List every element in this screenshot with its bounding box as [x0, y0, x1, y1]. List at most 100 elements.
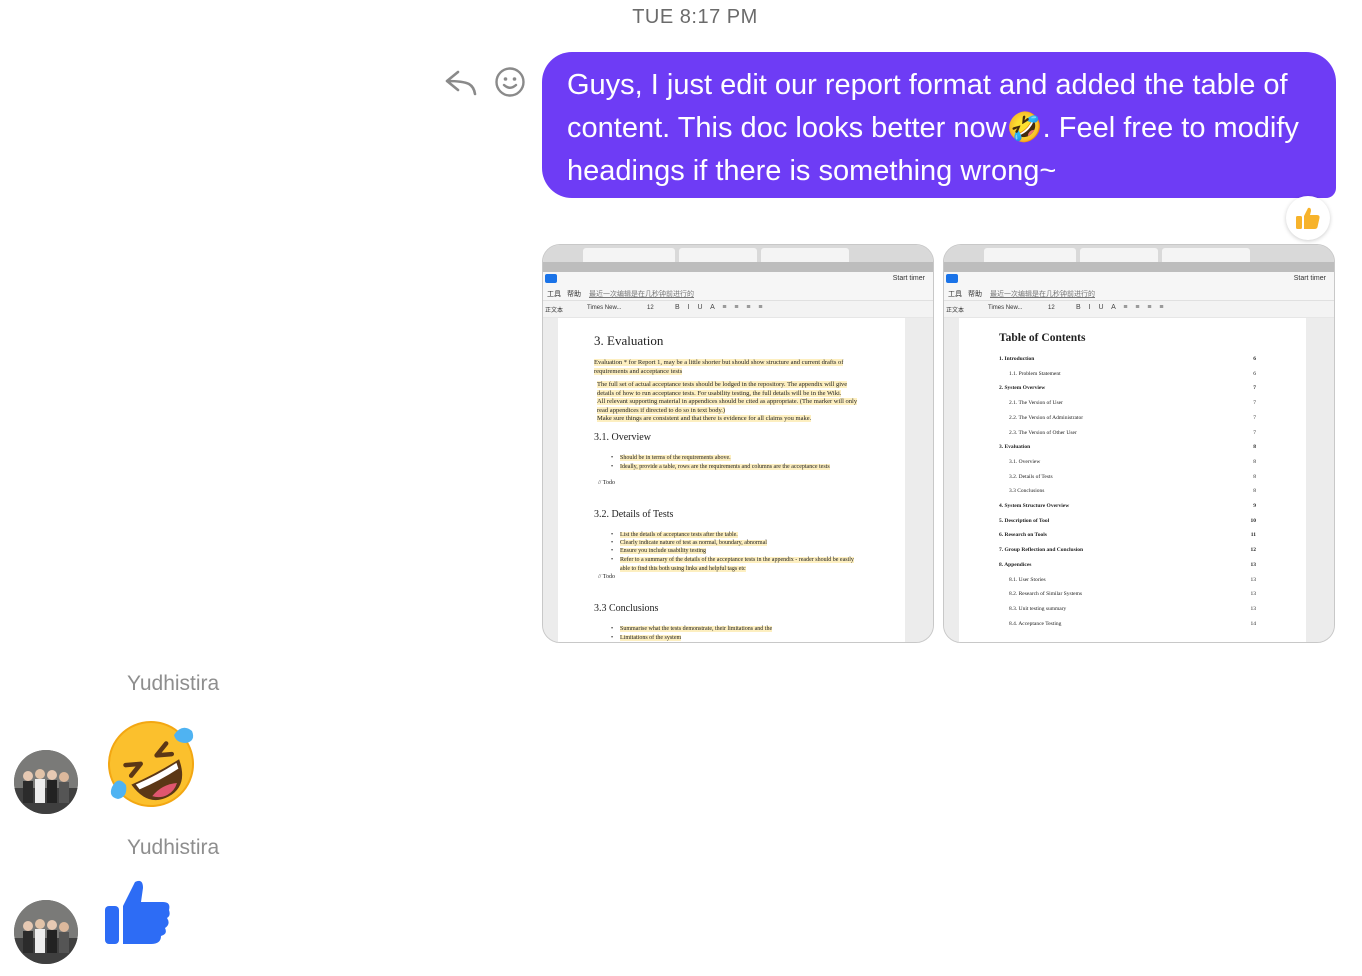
group-photo-icon	[14, 900, 78, 964]
docs-menu-bar: 工具 帮助 最近一次编辑是在几秒钟前进行的	[944, 286, 1334, 301]
toc-entry-label: 3.3 Conclusions	[1009, 488, 1045, 495]
toc-entry[interactable]: 8.1. User Stories 13	[1009, 577, 1256, 586]
avatar[interactable]	[14, 750, 78, 814]
toc-entry[interactable]: 7. Group Reflection and Conclusion 12	[999, 547, 1256, 556]
document-canvas: Table of Contents 1. Introduction 6 1.1. P…	[944, 318, 1334, 642]
toc-entry[interactable]: 8.4. Acceptance Testing 14	[1009, 621, 1256, 630]
start-timer-button[interactable]: Start timer	[893, 275, 925, 282]
avatar[interactable]	[14, 900, 78, 964]
toc-entry-label: 8.1. User Stories	[1009, 576, 1046, 583]
attachment-image-table-of-contents[interactable]: Start timer 工具 帮助 最近一次编辑是在几秒钟前进行的 正文本 Ti…	[943, 244, 1335, 643]
list-item: Ensure you include usability testing	[611, 547, 860, 556]
toc-entry-label: 8.4. Acceptance Testing	[1009, 620, 1062, 627]
last-edit-label: 最近一次编辑是在几秒钟前进行的	[589, 291, 694, 298]
toc-entry-page: 13	[1250, 605, 1257, 612]
document-canvas: 3. Evaluation Evaluation * for Report 1,…	[543, 318, 933, 642]
toc-entry-page: 8	[1253, 488, 1256, 495]
address-bar	[944, 262, 1334, 272]
message-reaction[interactable]	[1286, 196, 1330, 240]
rolling-laughing-emoji-icon[interactable]	[104, 717, 198, 811]
toc-entry[interactable]: 6. Research on Tools 11	[999, 532, 1256, 541]
toc-entry[interactable]: 1.1. Problem Statement 6	[1009, 371, 1256, 380]
font-size-field[interactable]: 12	[647, 305, 654, 311]
message-text: Guys, I just edit our report format and …	[567, 69, 1299, 187]
toc-entry-page: 7	[1253, 429, 1256, 436]
toc-entry-label: 2.3. The Version of Other User	[1009, 429, 1077, 436]
sender-name: Yudhistira	[127, 672, 220, 695]
toc-entry[interactable]: 2.2. The Version of Administrator 7	[1009, 415, 1256, 424]
toc-entry-label: 8.2. Research of Similar Systems	[1009, 591, 1083, 598]
menu-tools[interactable]: 工具	[547, 289, 561, 299]
toc-entry[interactable]: 2.3. The Version of Other User 7	[1009, 430, 1256, 439]
font-size-field[interactable]: 12	[1048, 305, 1055, 311]
emoji-reaction-icon[interactable]	[494, 66, 526, 98]
attachment-image-evaluation[interactable]: Start timer 工具 帮助 最近一次编辑是在几秒钟前进行的 正文本 Ti…	[542, 244, 934, 643]
document-page: Table of Contents 1. Introduction 6 1.1. P…	[959, 318, 1306, 642]
toc-entry-label: 3.1. Overview	[1009, 458, 1041, 465]
todo-note: // Todo	[598, 574, 615, 580]
list-item: Refer to a summary of the details of the…	[611, 556, 860, 573]
document-page: 3. Evaluation Evaluation * for Report 1,…	[558, 318, 905, 642]
doc-subheading: 3.3 Conclusions	[594, 603, 659, 614]
font-select[interactable]: Times New...	[988, 305, 1022, 311]
toc-entry-label: 7. Group Reflection and Conclusion	[999, 547, 1084, 554]
docs-title-bar: Start timer	[944, 272, 1334, 286]
style-select[interactable]: 正文本	[946, 305, 964, 314]
last-edit-label: 最近一次编辑是在几秒钟前进行的	[990, 291, 1095, 298]
address-bar	[543, 262, 933, 272]
toc-entry[interactable]: 8.3. Unit testing summary 13	[1009, 606, 1256, 615]
thumbs-up-icon[interactable]	[101, 876, 173, 948]
toc-entry-label: 2.1. The Version of User	[1009, 400, 1063, 407]
doc-intro: Evaluation * for Report 1, may be a litt…	[594, 359, 844, 375]
toc-entry[interactable]: 5. Description of Tool 10	[999, 518, 1256, 527]
toc-entry[interactable]: 2. System Overview 7	[999, 385, 1256, 394]
toc-title: Table of Contents	[999, 332, 1086, 344]
toc-entry-label: 2. System Overview	[999, 385, 1046, 392]
toc-entry-page: 13	[1250, 576, 1257, 583]
toc-entry-label: 1.1. Problem Statement	[1009, 370, 1061, 377]
toc-entry-page: 7	[1253, 400, 1256, 407]
toc-entry[interactable]: 1. Introduction 6	[999, 356, 1256, 365]
toc-entry-label: 8.3. Unit testing summary	[1009, 605, 1067, 612]
toc-entry-page: 7	[1253, 414, 1256, 421]
list-item: Limitations of the system	[611, 634, 860, 642]
menu-help[interactable]: 帮助	[567, 289, 581, 299]
toc-entry-page: 7	[1253, 385, 1256, 392]
menu-help[interactable]: 帮助	[968, 289, 982, 299]
toc-entry-label: 5. Description of Tool	[999, 517, 1050, 524]
toc-entry-page: 9	[1253, 503, 1256, 509]
timestamp: TUE 8:17 PM	[632, 6, 758, 28]
menu-tools[interactable]: 工具	[948, 289, 962, 299]
list-item: Summarise what the tests demonstrate, th…	[611, 625, 860, 634]
docs-format-toolbar: 正文本 Times New... 12 B I U A ≡ ≡ ≡ ≡	[944, 301, 1334, 317]
style-select[interactable]: 正文本	[545, 305, 563, 314]
toc-entry-page: 13	[1250, 591, 1257, 598]
toc-entry[interactable]: 3.3 Conclusions 8	[1009, 488, 1256, 497]
docs-title-bar: Start timer	[543, 272, 933, 286]
group-photo-icon	[14, 750, 78, 814]
toc-entry[interactable]: 3.2. Details of Tests 8	[1009, 474, 1256, 483]
toc-entry-page: 11	[1250, 532, 1256, 539]
thumbs-up-icon	[1296, 207, 1320, 229]
toc-entry[interactable]: 8. Appendices 13	[999, 562, 1256, 571]
toc-entry-label: 2.2. The Version of Administrator	[1009, 414, 1084, 421]
reply-icon[interactable]	[443, 66, 479, 98]
message-bubble[interactable]: Guys, I just edit our report format and …	[542, 52, 1336, 198]
toc-entry-page: 6	[1253, 356, 1256, 362]
font-select[interactable]: Times New...	[587, 305, 621, 311]
toc-entry-page: 10	[1250, 517, 1257, 524]
toc-entry[interactable]: 8.2. Research of Similar Systems 13	[1009, 591, 1256, 600]
toc-entry[interactable]: 3. Evaluation 8	[999, 444, 1256, 453]
toc-entry[interactable]: 2.1. The Version of User 7	[1009, 400, 1256, 409]
doc-subheading: 3.1. Overview	[594, 432, 651, 443]
start-timer-button[interactable]: Start timer	[1294, 275, 1326, 282]
toc-entry-page: 8	[1253, 458, 1256, 465]
format-icons: B I U A ≡ ≡ ≡ ≡	[1076, 304, 1167, 311]
toc-entry-label: 1. Introduction	[999, 356, 1035, 362]
toc-entry-page: 6	[1253, 370, 1256, 377]
toc-entry-page: 13	[1250, 561, 1257, 568]
toc-entry[interactable]: 3.1. Overview 8	[1009, 459, 1256, 468]
docs-format-toolbar: 正文本 Times New... 12 B I U A ≡ ≡ ≡ ≡	[543, 301, 933, 317]
format-icons: B I U A ≡ ≡ ≡ ≡	[675, 304, 766, 311]
toc-entry[interactable]: 4. System Structure Overview 9	[999, 503, 1256, 512]
